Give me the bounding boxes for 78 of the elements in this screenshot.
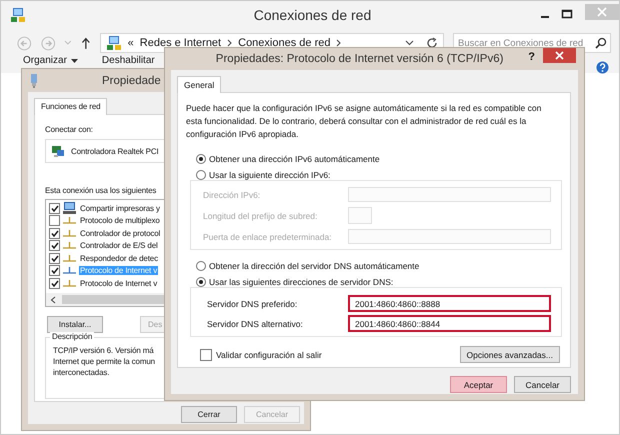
field-label: Dirección IPv6: [203, 190, 260, 200]
button[interactable]: Cerrar [181, 406, 237, 423]
checkbox-label[interactable]: Validar configuración al salir [216, 350, 322, 360]
up-arrow-icon[interactable] [80, 37, 91, 49]
protocol-icon [63, 278, 76, 288]
checkbox[interactable] [49, 252, 60, 264]
list-item[interactable]: Protocolo de Internet v [79, 278, 158, 288]
radio-label[interactable]: Usar las siguientes direcciones de servidor DNS: [209, 277, 394, 287]
close-icon [597, 7, 607, 17]
close-icon [555, 51, 564, 60]
radio-label[interactable]: Obtener una dirección IPv6 automáticamente [209, 154, 380, 164]
input-field[interactable]: 2001:4860:4860::8888 [348, 295, 551, 312]
button[interactable]: Cancelar [514, 376, 571, 393]
network-icon [10, 6, 26, 22]
checkbox[interactable] [49, 228, 60, 239]
description-text: Internet que permite la comun [53, 356, 156, 367]
checkbox[interactable] [49, 265, 60, 276]
radio-button[interactable] [196, 154, 206, 164]
input-field[interactable]: 2001:4860:4860::8844 [348, 315, 551, 332]
check-icon [50, 204, 58, 212]
checkbox[interactable] [200, 348, 212, 360]
toolbar-button[interactable]: Deshabilitar [102, 55, 155, 66]
radio-button[interactable] [196, 170, 206, 180]
network-adapter-icon [30, 74, 38, 88]
checkbox[interactable] [49, 202, 60, 214]
description-text: TCP/IP versión 6. Versión má [53, 345, 155, 356]
tab[interactable]: Funciones de red [34, 98, 108, 115]
label: Esta conexión usa los siguientes [45, 186, 158, 195]
caret-icon [70, 58, 78, 62]
field-label: Servidor DNS alternativo: [207, 318, 303, 328]
dialog-title: Propiedades: Protocolo de Internet versión 6 (TCP/IPv6) [214, 52, 504, 65]
list-item[interactable]: Controlador de E/S del [79, 241, 159, 250]
breadcrumb-overflow[interactable]: « [128, 37, 134, 49]
chevron-icon[interactable] [336, 39, 342, 47]
dialog-title: Propiedade [102, 74, 161, 86]
toolbar-button[interactable]: Organizar [23, 55, 78, 66]
list-item[interactable]: Controlador de protocol [79, 228, 162, 238]
breadcrumb[interactable]: Redes e Internet [140, 37, 222, 49]
field-label: Puerta de enlace predeterminada: [203, 232, 332, 242]
network-adapter-icon [51, 144, 65, 158]
protocol-icon [63, 266, 76, 276]
checkbox[interactable] [49, 278, 60, 289]
window-title: Conexiones de red [252, 6, 372, 22]
scroll-left-icon[interactable] [50, 296, 56, 304]
description-text: Puede hacer que la configuración IPv6 se asigne automáticamente si la red es compatible con esta funcionalidad. De lo contrario, deberá consultar con el administrador de red cuál es la configuración IPv6 apropiada. [186, 102, 542, 141]
adapter-name: Controladora Realtek PCI [71, 146, 159, 156]
list-item[interactable]: Respondedor de detec [79, 254, 159, 263]
help-icon[interactable] [596, 61, 609, 74]
checkbox[interactable] [49, 240, 60, 252]
chevron-icon[interactable] [227, 39, 232, 47]
list-item[interactable]: Protocolo de multiplexo [79, 216, 161, 226]
protocol-icon [63, 216, 76, 226]
maximize-icon[interactable] [561, 8, 573, 20]
refresh-icon[interactable] [426, 37, 438, 49]
protocol-icon [63, 228, 76, 238]
computer-icon [63, 202, 76, 214]
list-item[interactable]: Compartir impresoras y [79, 204, 161, 213]
protocol-icon [63, 254, 76, 263]
button[interactable]: Opciones avanzadas... [460, 346, 560, 363]
description-text: interconectadas. [53, 367, 110, 378]
protocol-icon [63, 241, 76, 250]
radio-button[interactable] [196, 277, 206, 287]
breadcrumb[interactable]: Conexiones de red [238, 37, 330, 49]
field-label: Longitud del prefijo de subred: [203, 210, 318, 220]
close-button[interactable] [543, 48, 576, 63]
radio-label[interactable]: Usar la siguiente dirección IPv6: [209, 170, 330, 180]
button[interactable]: Instalar... [47, 316, 103, 333]
tab[interactable]: General [177, 76, 222, 93]
button[interactable]: Aceptar [450, 376, 507, 393]
radio-button[interactable] [196, 261, 206, 271]
dropdown-icon[interactable] [405, 40, 414, 46]
radio-label[interactable]: Obtener la dirección del servidor DNS automáticamente [209, 261, 420, 271]
search-icon[interactable] [595, 37, 608, 49]
checkbox[interactable] [49, 215, 60, 226]
field-label: Servidor DNS preferido: [207, 298, 298, 308]
label: Conectar con: [45, 125, 94, 134]
group-title: Descripción [50, 332, 94, 341]
network-icon [106, 35, 122, 51]
